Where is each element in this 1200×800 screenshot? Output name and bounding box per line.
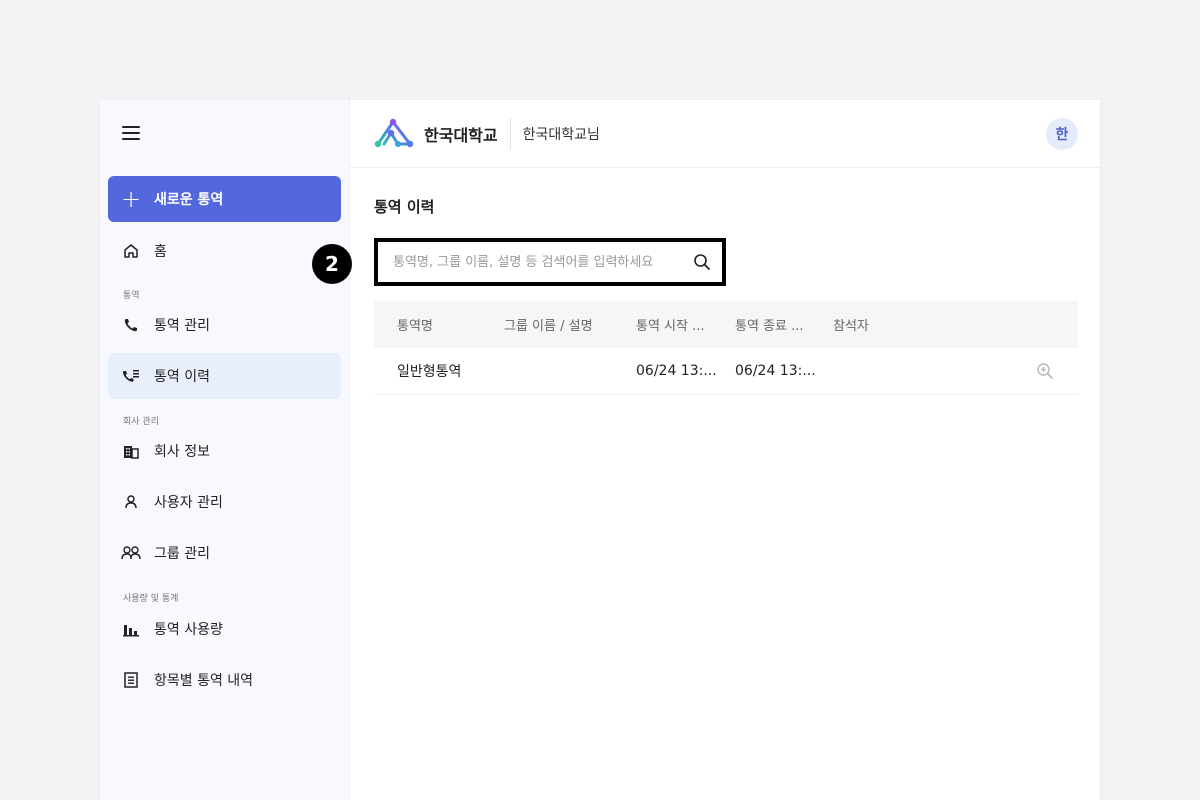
section-label-company: 회사 관리 (123, 417, 159, 427)
user-icon (108, 494, 154, 510)
search-box (374, 238, 726, 286)
table-header: 통역명 그룹 이름 / 설명 통역 시작 ... 통역 종료 ... 참석자 (374, 301, 1078, 348)
column-header-name[interactable]: 통역명 (397, 315, 433, 334)
logo[interactable]: 한국대학교 (374, 118, 498, 150)
menu-icon[interactable] (122, 126, 140, 140)
cell-start: 06/24 13:... (636, 363, 717, 379)
building-icon (108, 443, 154, 459)
sidebar-item-label: 통역 이력 (154, 369, 210, 385)
step-annotation-badge: 2 (312, 244, 352, 284)
sidebar-item-label: 회사 정보 (154, 444, 210, 460)
column-header-start[interactable]: 통역 시작 ... (636, 315, 705, 334)
avatar[interactable]: 한 (1046, 118, 1078, 150)
section-label-interpretation: 통역 (123, 291, 140, 301)
new-interpretation-label: 새로운 통역 (154, 192, 224, 208)
sidebar: + 새로운 통역 홈 통역 통역 관리 통역 이력 회사 관리 회사 정보 사용… (100, 100, 350, 800)
column-header-attendees[interactable]: 참석자 (833, 315, 869, 334)
search-input[interactable] (378, 242, 682, 282)
document-icon (108, 672, 154, 688)
header-divider (509, 117, 511, 150)
column-header-group[interactable]: 그룹 이름 / 설명 (504, 315, 593, 334)
sidebar-item-interpretation-management[interactable]: 통역 관리 (108, 302, 341, 348)
user-name: 한국대학교님 (522, 126, 600, 143)
sidebar-item-label: 그룹 관리 (154, 546, 210, 562)
bar-chart-icon (108, 621, 154, 637)
cell-end: 06/24 13:... (735, 363, 816, 379)
brand-name: 한국대학교 (424, 125, 498, 145)
zoom-in-icon[interactable] (1036, 362, 1054, 380)
sidebar-item-company-info[interactable]: 회사 정보 (108, 428, 341, 474)
app-window: + 새로운 통역 홈 통역 통역 관리 통역 이력 회사 관리 회사 정보 사용… (100, 100, 1100, 800)
sidebar-item-label: 사용자 관리 (154, 495, 223, 511)
home-icon (108, 243, 154, 259)
plus-icon: + (120, 185, 142, 213)
section-label-usage: 사용량 및 통계 (123, 594, 179, 604)
sidebar-item-interpretation-usage[interactable]: 통역 사용량 (108, 606, 341, 652)
history-table: 통역명 그룹 이름 / 설명 통역 시작 ... 통역 종료 ... 참석자 일… (374, 301, 1078, 395)
sidebar-item-label: 통역 사용량 (154, 622, 223, 638)
search-icon[interactable] (682, 253, 722, 271)
page-title: 통역 이력 (374, 198, 435, 216)
sidebar-item-home[interactable]: 홈 (108, 228, 341, 274)
logo-icon (374, 118, 414, 147)
table-row[interactable]: 일반형통역 06/24 13:... 06/24 13:... (374, 348, 1078, 395)
new-interpretation-button[interactable]: + 새로운 통역 (108, 176, 341, 222)
main-content: 한국대학교 한국대학교님 한 통역 이력 통역명 그룹 이름 / 설명 통역 시… (350, 100, 1100, 800)
sidebar-item-user-management[interactable]: 사용자 관리 (108, 479, 341, 525)
phone-list-icon (108, 368, 154, 384)
sidebar-item-label: 통역 관리 (154, 318, 210, 334)
cell-name: 일반형통역 (397, 364, 462, 380)
sidebar-item-label: 항목별 통역 내역 (154, 673, 254, 689)
column-header-end[interactable]: 통역 종료 ... (735, 315, 804, 334)
sidebar-item-group-management[interactable]: 그룹 관리 (108, 530, 341, 576)
sidebar-item-interpretation-history[interactable]: 통역 이력 (108, 353, 341, 399)
sidebar-item-label: 홈 (154, 244, 167, 260)
top-bar: 한국대학교 한국대학교님 한 (350, 100, 1100, 168)
group-icon (108, 545, 154, 561)
phone-icon (108, 317, 154, 333)
sidebar-item-itemized-history[interactable]: 항목별 통역 내역 (108, 657, 341, 703)
